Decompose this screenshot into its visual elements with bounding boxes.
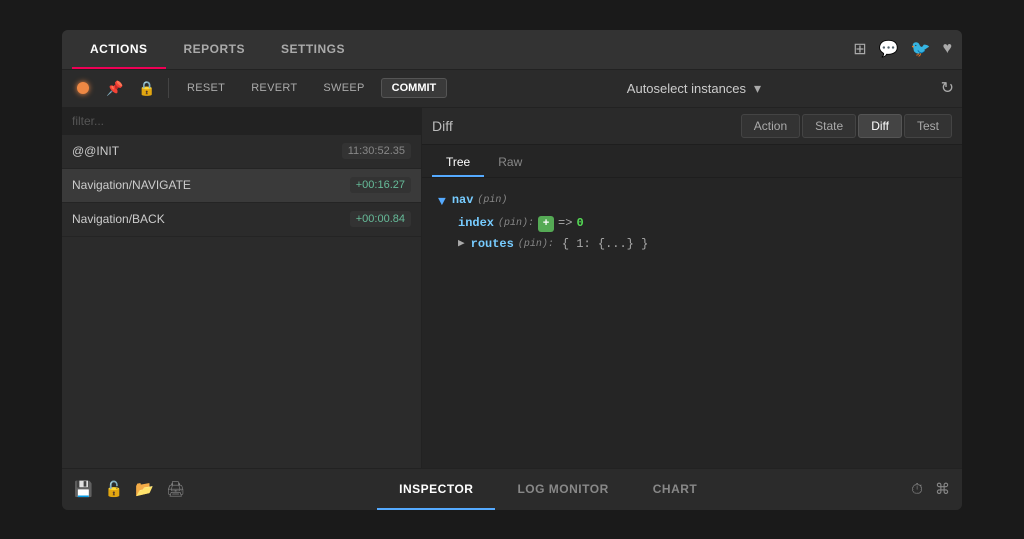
- terminal-icon[interactable]: ⌘: [935, 480, 950, 498]
- sub-tabs: Tree Raw: [422, 145, 962, 178]
- tab-buttons: Action State Diff Test: [741, 114, 952, 138]
- action-item-back[interactable]: Navigation/BACK +00:00.84: [62, 203, 421, 237]
- record-dot: [77, 82, 89, 94]
- separator: [168, 78, 169, 98]
- lock-button[interactable]: 🔒: [134, 75, 160, 101]
- action-name: Navigation/NAVIGATE: [72, 178, 191, 192]
- commit-button[interactable]: COMMIT: [381, 78, 448, 98]
- expand-arrow-icon[interactable]: ▼: [438, 190, 446, 213]
- top-nav-tabs: ACTIONS REPORTS SETTINGS: [72, 30, 363, 70]
- tab-state[interactable]: State: [802, 114, 856, 138]
- diff-key-index: index: [458, 213, 494, 235]
- diff-value-index: 0: [576, 213, 583, 235]
- subtab-tree[interactable]: Tree: [432, 151, 484, 177]
- sweep-button[interactable]: SWEEP: [313, 79, 374, 97]
- top-nav-icons: ⊞ 💬 🐦 ♥: [853, 39, 952, 59]
- diff-content: ▼ nav (pin) index (pin): + => 0 ▶ routes…: [422, 178, 962, 468]
- diff-pin-nav: (pin): [477, 192, 507, 210]
- save-icon[interactable]: 💾: [74, 480, 93, 498]
- print-icon[interactable]: 🖨: [166, 480, 185, 498]
- right-header: Diff Action State Diff Test: [422, 108, 962, 145]
- left-panel: @@INIT 11:30:52.35 Navigation/NAVIGATE +…: [62, 108, 422, 468]
- bottom-tab-inspector[interactable]: INSPECTOR: [377, 468, 495, 510]
- bottom-tab-chart[interactable]: CHART: [631, 468, 720, 510]
- tab-reports[interactable]: REPORTS: [166, 30, 264, 70]
- refresh-icon[interactable]: ↻: [941, 78, 954, 98]
- top-nav: ACTIONS REPORTS SETTINGS ⊞ 💬 🐦 ♥: [62, 30, 962, 70]
- bottom-left-icons: 💾 🔓 📂 🖨: [74, 480, 185, 498]
- monitor-icon[interactable]: ⊞: [853, 39, 866, 59]
- collapse-arrow-icon[interactable]: ▶: [458, 235, 465, 255]
- reset-button[interactable]: RESET: [177, 79, 235, 97]
- action-name: Navigation/BACK: [72, 212, 165, 226]
- autoselect-label: Autoselect instances: [627, 81, 746, 96]
- tab-action[interactable]: Action: [741, 114, 800, 138]
- tab-settings[interactable]: SETTINGS: [263, 30, 363, 70]
- action-item-navigate[interactable]: Navigation/NAVIGATE +00:16.27: [62, 169, 421, 203]
- heart-icon[interactable]: ♥: [943, 40, 953, 58]
- action-name: @@INIT: [72, 144, 119, 158]
- right-panel: Diff Action State Diff Test Tree Raw ▼ n…: [422, 108, 962, 468]
- action-time-delta: +00:16.27: [350, 177, 411, 193]
- diff-plus-icon: +: [538, 216, 554, 232]
- diff-value-routes: { 1: {...} }: [562, 234, 648, 256]
- bottom-bar: 💾 🔓 📂 🖨 INSPECTOR LOG MONITOR CHART ⏱ ⌘: [62, 468, 962, 510]
- subtab-raw[interactable]: Raw: [484, 151, 536, 177]
- tab-test[interactable]: Test: [904, 114, 952, 138]
- diff-arrow-sym: =>: [558, 213, 572, 235]
- dropdown-icon[interactable]: ▾: [754, 80, 761, 97]
- diff-pin-index: (pin):: [498, 215, 534, 233]
- tab-actions[interactable]: ACTIONS: [72, 30, 166, 70]
- action-time: 11:30:52.35: [342, 143, 411, 159]
- diff-key-nav: nav: [452, 190, 474, 212]
- bottom-tabs: INSPECTOR LOG MONITOR CHART: [185, 468, 911, 510]
- revert-button[interactable]: REVERT: [241, 79, 307, 97]
- record-button[interactable]: [70, 75, 96, 101]
- chat-icon[interactable]: 💬: [879, 39, 899, 59]
- filter-input[interactable]: [62, 108, 421, 135]
- diff-pin-routes: (pin):: [518, 236, 554, 254]
- diff-title: Diff: [432, 118, 741, 134]
- toolbar: 📌 🔒 RESET REVERT SWEEP COMMIT Autoselect…: [62, 70, 962, 108]
- folder-icon[interactable]: 📂: [135, 480, 154, 498]
- bottom-tab-log-monitor[interactable]: LOG MONITOR: [495, 468, 630, 510]
- diff-key-routes: routes: [471, 234, 514, 256]
- action-list: @@INIT 11:30:52.35 Navigation/NAVIGATE +…: [62, 135, 421, 468]
- diff-nav-header: ▼ nav (pin): [438, 190, 946, 213]
- tab-diff[interactable]: Diff: [858, 114, 902, 138]
- twitter-icon[interactable]: 🐦: [911, 39, 931, 59]
- action-time-delta: +00:00.84: [350, 211, 411, 227]
- diff-index-line: index (pin): + => 0: [458, 213, 946, 235]
- pin-button[interactable]: 📌: [102, 75, 128, 101]
- history-icon[interactable]: ⏱: [911, 481, 923, 498]
- toolbar-center: Autoselect instances ▾: [453, 80, 934, 97]
- action-item-init[interactable]: @@INIT 11:30:52.35: [62, 135, 421, 169]
- main-content: @@INIT 11:30:52.35 Navigation/NAVIGATE +…: [62, 108, 962, 468]
- bottom-right-icons: ⏱ ⌘: [911, 480, 950, 498]
- app-window: ACTIONS REPORTS SETTINGS ⊞ 💬 🐦 ♥ 📌 🔒 RES…: [62, 30, 962, 510]
- diff-routes-line: ▶ routes (pin): { 1: {...} }: [458, 234, 946, 256]
- unlock-icon[interactable]: 🔓: [105, 480, 124, 498]
